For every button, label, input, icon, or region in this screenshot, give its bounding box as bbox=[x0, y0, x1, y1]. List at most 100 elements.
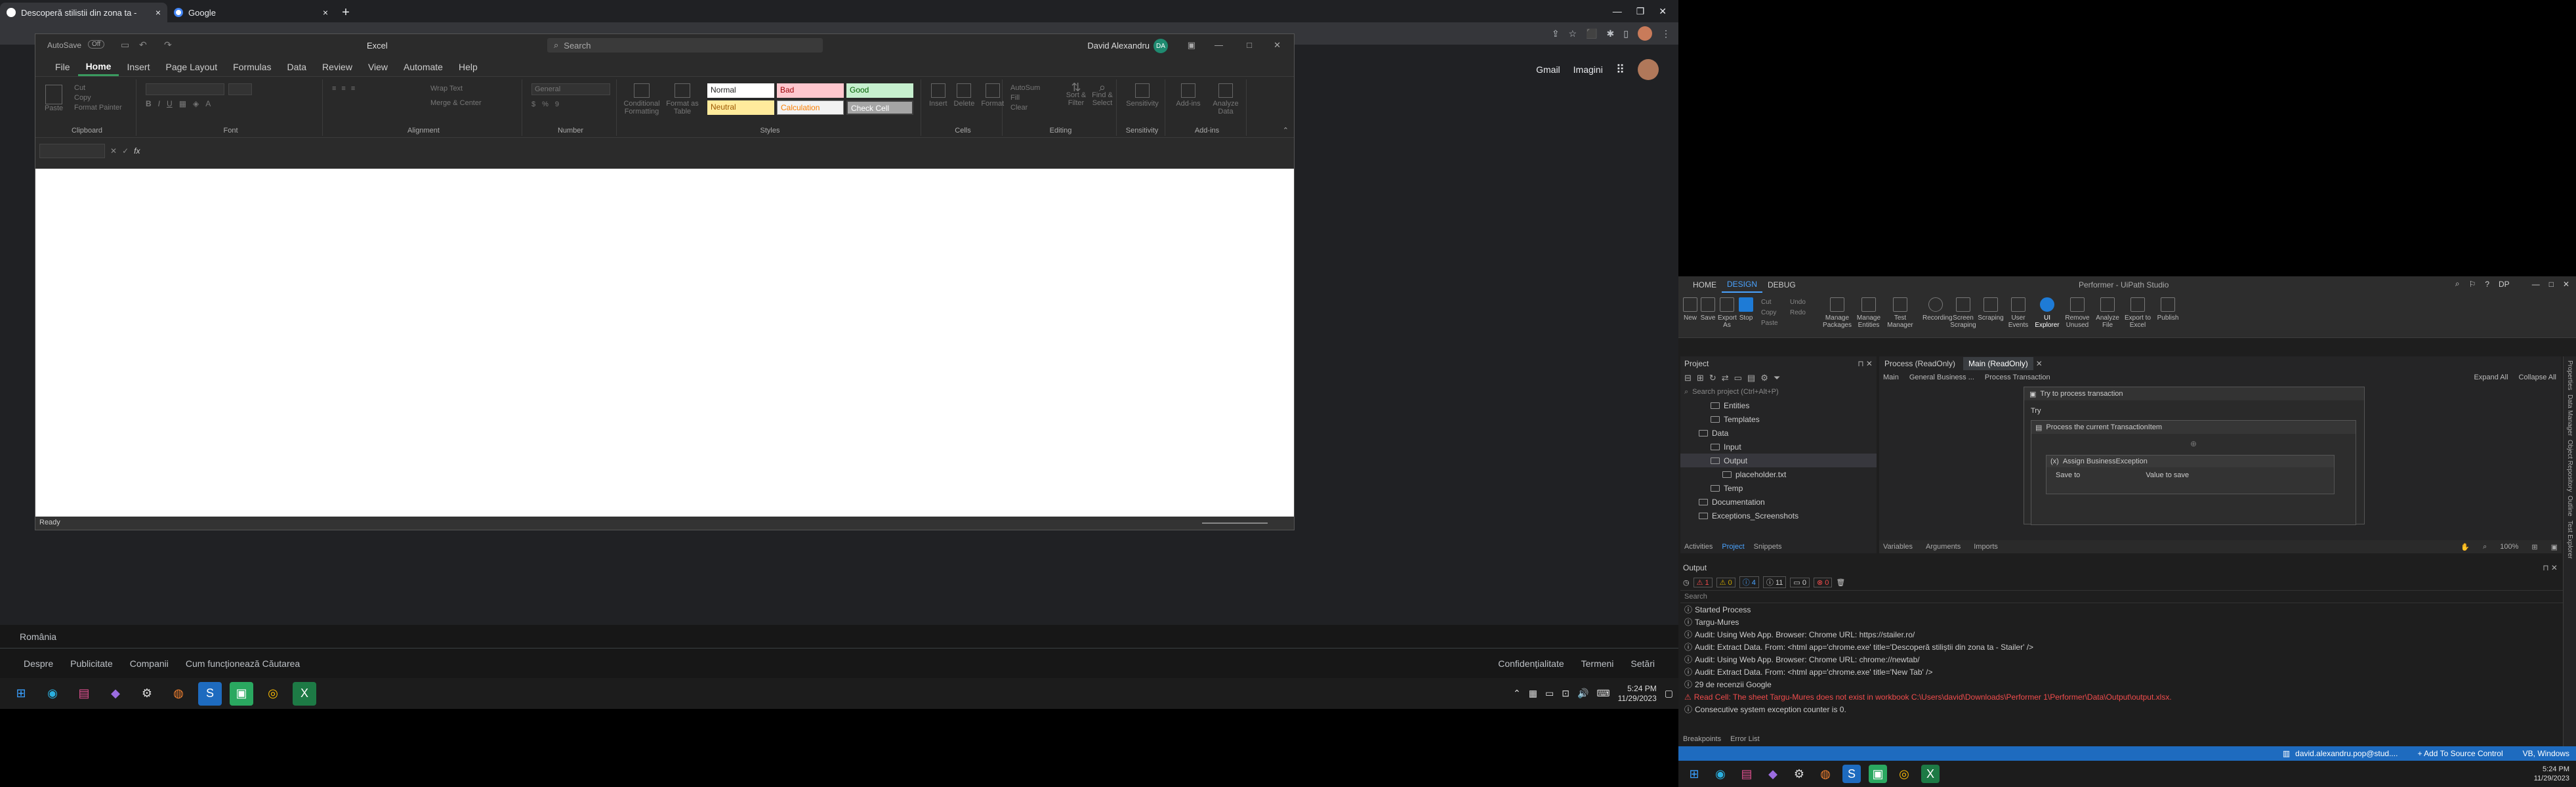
side-tab-properties[interactable]: Properties bbox=[2566, 360, 2573, 391]
data-scraping-button[interactable]: Scraping bbox=[1978, 297, 2004, 322]
output-log-line[interactable]: ⓘ 29 de recenzii Google bbox=[1680, 678, 2563, 691]
style-normal[interactable]: Normal bbox=[707, 83, 774, 98]
fill-color-icon[interactable]: ◈ bbox=[193, 99, 199, 108]
file-icon[interactable]: ▤ bbox=[1747, 373, 1755, 383]
bold-icon[interactable]: B bbox=[146, 99, 152, 108]
notifications-icon[interactable]: ⚐ bbox=[2469, 280, 2476, 289]
sort-filter-button[interactable]: ⇅ Sort & Filter bbox=[1064, 81, 1088, 107]
sequence-activity[interactable]: ▤ Process the current TransactionItem ⊕ … bbox=[2031, 420, 2356, 525]
conditional-formatting-button[interactable]: Conditional Formatting bbox=[623, 83, 660, 116]
close-icon[interactable]: ✕ bbox=[2563, 280, 2569, 289]
debug-filter[interactable]: ▭ 0 bbox=[1790, 577, 1810, 587]
menu-file[interactable]: File bbox=[47, 58, 78, 76]
project-tree-item[interactable]: Entities bbox=[1680, 398, 1877, 412]
notepad-icon[interactable]: ▤ bbox=[1737, 765, 1756, 783]
excel-search-input[interactable]: Search bbox=[564, 41, 591, 51]
panel-layout-icon[interactable]: ▥ bbox=[2283, 749, 2290, 758]
project-tree-item[interactable]: Output bbox=[1680, 454, 1877, 467]
copy-button[interactable]: Copy bbox=[74, 93, 122, 103]
worksheet-area[interactable] bbox=[35, 169, 1294, 517]
cut-button[interactable]: Cut bbox=[74, 83, 122, 93]
breadcrumb-process-transaction[interactable]: Process Transaction bbox=[1985, 373, 2050, 381]
confirm-formula-icon[interactable]: ✓ bbox=[122, 146, 129, 156]
new-tab-button[interactable]: + bbox=[335, 3, 357, 22]
paste-button[interactable]: Paste bbox=[45, 85, 63, 112]
add-activity-icon[interactable]: ⊕ bbox=[2031, 439, 2356, 448]
output-log-line[interactable]: ⓘ Audit: Using Web App. Browser: Chrome … bbox=[1680, 653, 2563, 666]
menu-home[interactable]: Home bbox=[77, 58, 119, 76]
user-avatar[interactable]: DP bbox=[2499, 280, 2510, 289]
minimize-icon[interactable]: — bbox=[1215, 40, 1223, 50]
export-as-button[interactable]: Export As bbox=[1718, 297, 1737, 329]
menu-review[interactable]: Review bbox=[314, 58, 360, 76]
search-zoom-icon[interactable]: ⌕ bbox=[2483, 543, 2487, 551]
redo-icon[interactable]: ↷ bbox=[164, 39, 172, 51]
chrome-tab-google[interactable]: Google × bbox=[167, 3, 335, 22]
project-tree-item[interactable]: Exceptions_Screenshots bbox=[1680, 509, 1877, 522]
expand-all-icon[interactable]: ⊞ bbox=[1697, 373, 1704, 383]
footer-link-business[interactable]: Companii bbox=[130, 658, 169, 669]
wrap-text-button[interactable]: Wrap Text bbox=[430, 85, 463, 93]
panel-pin-icon[interactable]: ⊓ ✕ bbox=[1858, 359, 1877, 368]
style-bad[interactable]: Bad bbox=[777, 83, 844, 98]
italic-icon[interactable]: I bbox=[158, 99, 160, 108]
percent-icon[interactable]: % bbox=[542, 100, 549, 108]
comma-icon[interactable]: 9 bbox=[555, 100, 559, 108]
redo-button[interactable]: Redo bbox=[1790, 308, 1806, 318]
menu-insert[interactable]: Insert bbox=[119, 58, 157, 76]
tab-snippets[interactable]: Snippets bbox=[1754, 543, 1782, 551]
project-tree-item[interactable]: Templates bbox=[1680, 412, 1877, 426]
status-user[interactable]: david.alexandru.pop@stud.... bbox=[2295, 749, 2398, 758]
close-icon[interactable]: ✕ bbox=[1274, 40, 1281, 51]
puzzle-icon[interactable]: ✱ bbox=[1607, 28, 1615, 39]
tab-arguments[interactable]: Arguments bbox=[1926, 543, 1961, 551]
align-top-icon[interactable]: ≡ bbox=[332, 85, 336, 93]
footer-link-advertising[interactable]: Publicitate bbox=[70, 658, 113, 669]
excel-icon[interactable]: X bbox=[1921, 765, 1940, 783]
tab-imports[interactable]: Imports bbox=[1974, 543, 1998, 551]
zoom-level[interactable]: 100% bbox=[2500, 543, 2518, 551]
tab-variables[interactable]: Variables bbox=[1883, 543, 1913, 551]
tab-design[interactable]: DESIGN bbox=[1722, 277, 1763, 293]
cancel-formula-icon[interactable]: ✕ bbox=[110, 146, 117, 156]
share-icon[interactable]: ⇪ bbox=[1552, 28, 1560, 39]
breadcrumb-general-business[interactable]: General Business ... bbox=[1909, 373, 1974, 381]
excel-user-avatar[interactable]: DA bbox=[1153, 39, 1168, 53]
output-log-line[interactable]: ⓘ Audit: Extract Data. From: <html app='… bbox=[1680, 666, 2563, 678]
paste-button[interactable]: Paste bbox=[1761, 318, 1778, 329]
bookmark-star-icon[interactable]: ☆ bbox=[1569, 28, 1577, 39]
style-neutral[interactable]: Neutral bbox=[707, 100, 774, 115]
uipath-studio-icon[interactable]: S bbox=[1842, 765, 1861, 783]
font-size-box[interactable] bbox=[228, 83, 252, 95]
analyze-data-button[interactable]: Analyze Data bbox=[1207, 83, 1244, 116]
uipath-assistant-icon[interactable]: ▣ bbox=[1869, 765, 1887, 783]
info-filter[interactable]: ⓘ 4 bbox=[1739, 576, 1759, 588]
menu-formulas[interactable]: Formulas bbox=[225, 58, 279, 76]
number-format-select[interactable]: General bbox=[531, 83, 610, 95]
tab-home[interactable]: HOME bbox=[1688, 278, 1722, 292]
settings-gear-icon[interactable]: ⚙ bbox=[135, 682, 159, 706]
output-search-input[interactable]: Search bbox=[1684, 593, 1707, 601]
side-tab-outline[interactable]: Outline bbox=[2566, 496, 2573, 517]
format-cells-button[interactable]: Format bbox=[981, 83, 1004, 108]
clear-button[interactable]: Clear bbox=[1010, 103, 1040, 113]
font-name-box[interactable] bbox=[146, 83, 224, 95]
footer-link-about[interactable]: Despre bbox=[24, 658, 53, 669]
volume-icon[interactable]: 🔊 bbox=[1577, 688, 1589, 699]
pan-icon[interactable]: ✋ bbox=[2461, 543, 2470, 551]
blender-icon[interactable]: ◍ bbox=[167, 682, 190, 706]
close-window-icon[interactable]: ✕ bbox=[1659, 6, 1667, 17]
refresh-icon[interactable]: ↻ bbox=[1709, 373, 1716, 383]
breadcrumb-main[interactable]: Main bbox=[1883, 373, 1899, 381]
taskbar-date[interactable]: 11/29/2023 bbox=[2534, 774, 2569, 783]
assign-activity[interactable]: (x) Assign BusinessException Save to Val… bbox=[2046, 455, 2335, 494]
status-language-target[interactable]: VB, Windows bbox=[2523, 749, 2569, 758]
tray-chevron-icon[interactable]: ⌃ bbox=[1513, 688, 1521, 699]
format-as-table-button[interactable]: Format as Table bbox=[663, 83, 702, 116]
style-check-cell[interactable]: Check Cell bbox=[846, 100, 913, 115]
folder-icon[interactable]: ▭ bbox=[1545, 688, 1554, 699]
settings-gear-icon[interactable]: ⚙ bbox=[1760, 373, 1768, 383]
panel-pin-icon[interactable]: ⊓ ✕ bbox=[2543, 563, 2563, 572]
style-calculation[interactable]: Calculation bbox=[777, 100, 844, 115]
menu-view[interactable]: View bbox=[360, 58, 396, 76]
